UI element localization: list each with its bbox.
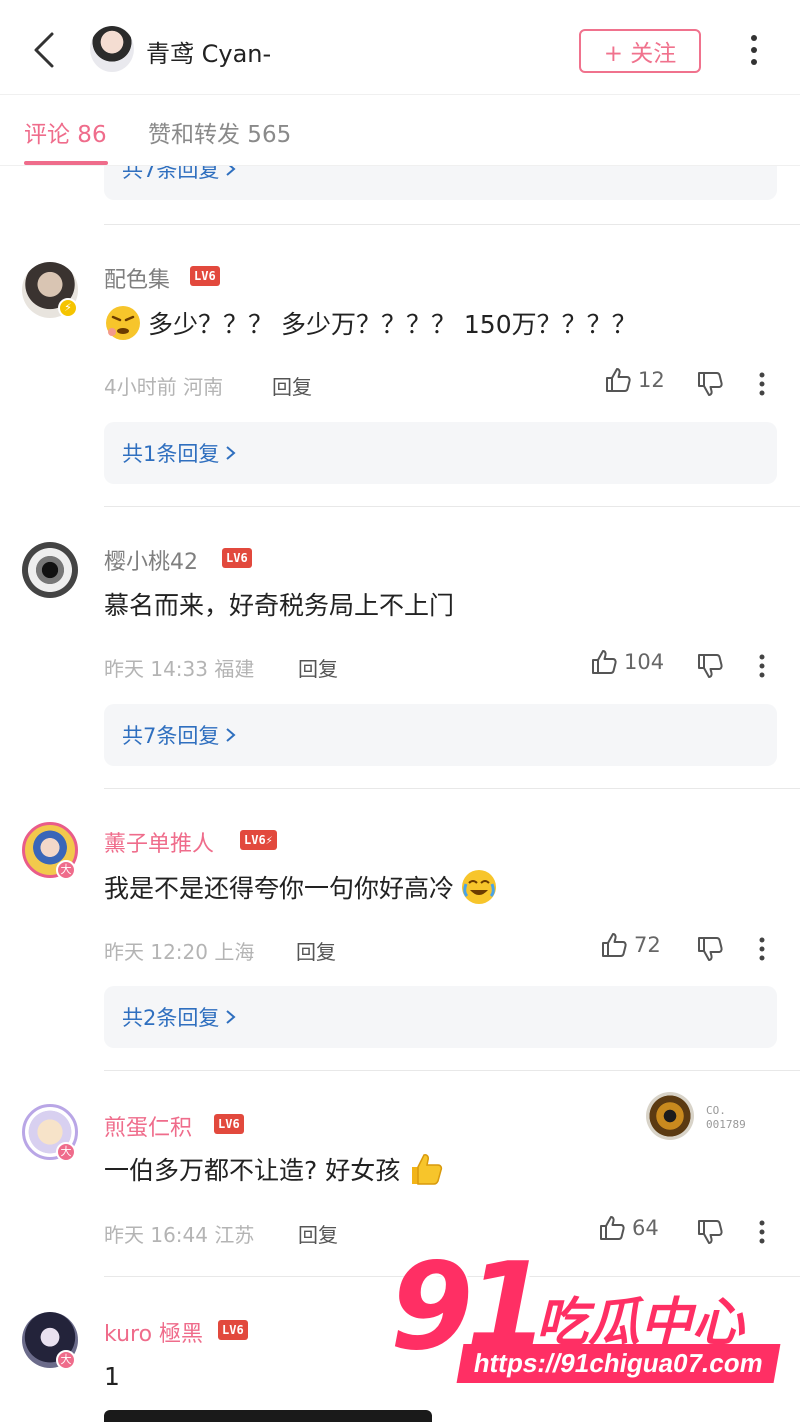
like-button[interactable]: 72: [600, 931, 661, 959]
vip-lightning-badge-icon: ⚡: [58, 298, 78, 318]
active-tab-indicator: [24, 161, 108, 165]
level-badge: LV6: [218, 1320, 248, 1340]
commenter-name[interactable]: 煎蛋仁积: [104, 1110, 192, 1142]
thumbs-down-icon[interactable]: [696, 652, 724, 680]
thumbs-down-icon[interactable]: [696, 935, 724, 963]
view-replies-button[interactable]: 共7条回复: [104, 704, 777, 766]
chevron-right-icon: [226, 1010, 236, 1024]
view-replies-button[interactable]: 共7条回复: [104, 166, 777, 200]
site-watermark: 91 吃瓜中心 https://91chigua07.com: [390, 1238, 800, 1422]
comment-text: 慕名而来，好奇税务局上不上门: [104, 591, 455, 620]
comment-feed[interactable]: 共7条回复 ⚡ 配色集 LV6 多少？？？ 多少万？？？？ 150万？？？？ 4…: [0, 166, 800, 1422]
commenter-name[interactable]: 配色集: [104, 262, 170, 294]
thumbs-down-icon[interactable]: [696, 370, 724, 398]
like-count: 72: [634, 933, 661, 957]
comment-text: 1: [104, 1362, 120, 1391]
commenter-name[interactable]: 薰子单推人: [104, 826, 214, 858]
view-replies-label: 共7条回复: [122, 724, 220, 748]
chevron-right-icon: [226, 728, 236, 742]
comment-text-row: 一伯多万都不让造? 好女孩: [104, 1150, 444, 1188]
thumbs-up-icon: [592, 650, 617, 674]
reply-button[interactable]: 回复: [298, 653, 338, 682]
author-avatar[interactable]: [90, 26, 134, 72]
commenter-name[interactable]: 樱小桃42: [104, 544, 198, 576]
comment-text-row: 1: [104, 1362, 120, 1391]
comment-text: 我是不是还得夸你一句你好高冷: [104, 874, 455, 903]
like-count: 64: [632, 1216, 659, 1240]
media-preview[interactable]: [104, 1410, 432, 1422]
comment-text-row: 多少？？？ 多少万？？？？ 150万？？？？: [104, 304, 637, 342]
top-bar: 青鸢 Cyan- + 关注: [0, 0, 800, 94]
level-badge: LV6: [190, 266, 220, 286]
fan-medal-label: CO. 001789: [706, 1104, 746, 1131]
crying-laugh-emoji-icon: [462, 870, 497, 904]
author-name[interactable]: 青鸢 Cyan-: [146, 34, 271, 69]
divider: [104, 506, 800, 507]
comment-more-icon[interactable]: [752, 935, 772, 963]
level-badge: LV6: [214, 1114, 244, 1134]
comment-meta: 昨天 16:44 江苏: [104, 1223, 255, 1247]
like-count: 104: [624, 650, 665, 674]
view-replies-button[interactable]: 共1条回复: [104, 422, 777, 484]
reply-button[interactable]: 回复: [272, 371, 312, 400]
like-button[interactable]: 104: [590, 648, 664, 676]
back-arrow-icon[interactable]: [28, 30, 62, 70]
big-member-badge-icon: 大: [56, 1350, 76, 1370]
divider: [104, 224, 800, 225]
divider: [104, 1070, 800, 1071]
fan-medal-icon: [646, 1092, 694, 1140]
comment-text: 多少？？？ 多少万？？？？ 150万？？？？: [148, 310, 637, 339]
comment-text-row: 慕名而来，好奇税务局上不上门: [104, 586, 454, 622]
view-replies-label: 共2条回复: [122, 1006, 220, 1030]
divider: [104, 788, 800, 789]
thumbs-up-emoji-icon: [412, 1154, 443, 1185]
like-button[interactable]: 12: [604, 366, 665, 394]
comment-text-row: 我是不是还得夸你一句你好高冷: [104, 868, 498, 906]
view-replies-label: 共7条回复: [122, 166, 220, 182]
follow-button[interactable]: + 关注: [579, 29, 701, 73]
chevron-right-icon: [226, 166, 236, 176]
chevron-right-icon: [226, 446, 236, 460]
comment-more-icon[interactable]: [752, 370, 772, 398]
comment-meta: 昨天 14:33 福建: [104, 657, 255, 681]
big-member-badge-icon: 大: [56, 860, 76, 880]
thumbs-up-icon: [606, 368, 631, 392]
big-member-badge-icon: 大: [56, 1142, 76, 1162]
comment-meta: 4小时前 河南: [104, 375, 224, 399]
comment-more-icon[interactable]: [752, 652, 772, 680]
reply-button[interactable]: 回复: [298, 1219, 338, 1248]
reply-button[interactable]: 回复: [296, 936, 336, 965]
tab-likes-reposts[interactable]: 赞和转发 565: [148, 115, 291, 149]
comment-meta: 昨天 12:20 上海: [104, 940, 255, 964]
level-badge: LV6⚡: [240, 830, 277, 850]
thumbs-up-icon: [602, 933, 627, 957]
tab-comments[interactable]: 评论 86: [24, 115, 107, 149]
view-replies-label: 共1条回复: [122, 442, 220, 466]
angry-emoji-icon: [106, 306, 140, 340]
commenter-name[interactable]: kuro 極黑: [104, 1316, 203, 1348]
comment-text: 一伯多万都不让造? 好女孩: [104, 1156, 401, 1185]
watermark-url: https://91chigua07.com: [456, 1344, 781, 1383]
tab-bar: 评论 86 赞和转发 565: [0, 94, 800, 166]
level-badge: LV6: [222, 548, 252, 568]
like-count: 12: [638, 368, 665, 392]
view-replies-button[interactable]: 共2条回复: [104, 986, 777, 1048]
avatar[interactable]: [22, 542, 78, 598]
more-options-icon[interactable]: [744, 30, 764, 70]
